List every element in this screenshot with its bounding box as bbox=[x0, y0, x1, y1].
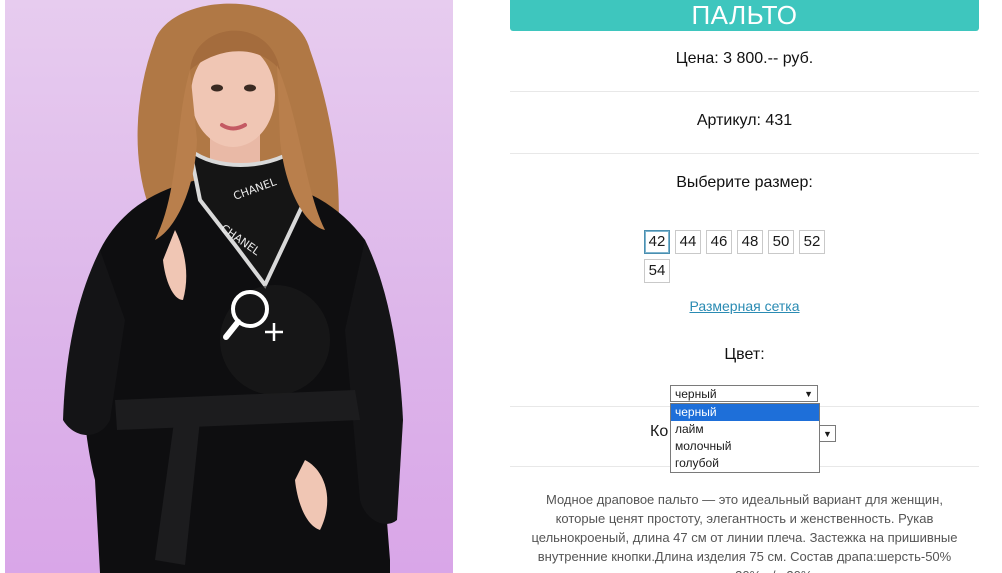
chevron-down-icon: ▼ bbox=[804, 389, 813, 399]
size-chart-link[interactable]: Размерная сетка bbox=[510, 298, 979, 314]
product-page: CHANEL CHANEL ПАЛЬТО Цена: 3 800.-- руб.… bbox=[0, 0, 1002, 573]
color-dropdown-list: черный лайм молочный голубой bbox=[670, 403, 820, 473]
size-option-46[interactable]: 46 bbox=[706, 230, 732, 254]
size-option-50[interactable]: 50 bbox=[768, 230, 794, 254]
quantity-select-arrow[interactable]: ▼ bbox=[820, 425, 836, 442]
size-option-44[interactable]: 44 bbox=[675, 230, 701, 254]
color-label: Цвет: bbox=[724, 346, 765, 363]
size-option-48[interactable]: 48 bbox=[737, 230, 763, 254]
color-select[interactable]: черный ▼ bbox=[670, 385, 818, 402]
product-title: ПАЛЬТО bbox=[510, 0, 979, 31]
size-option-42[interactable]: 42 bbox=[644, 230, 670, 254]
size-prompt: Выберите размер: bbox=[676, 174, 813, 191]
product-description: Модное драповое пальто — это идеальный в… bbox=[531, 492, 958, 573]
color-option-black[interactable]: черный bbox=[671, 404, 819, 421]
size-option-54[interactable]: 54 bbox=[644, 259, 670, 283]
color-option-blue[interactable]: голубой bbox=[671, 455, 819, 472]
color-option-milky[interactable]: молочный bbox=[671, 438, 819, 455]
zoom-button[interactable] bbox=[220, 285, 330, 395]
article-number: Артикул: 431 bbox=[696, 112, 793, 129]
divider bbox=[510, 91, 979, 92]
price: Цена: 3 800.-- руб. bbox=[675, 50, 814, 67]
size-option-52[interactable]: 52 bbox=[799, 230, 825, 254]
color-select-value: черный bbox=[675, 387, 717, 401]
quantity-label: Ко bbox=[650, 423, 669, 440]
product-photo[interactable]: CHANEL CHANEL bbox=[5, 0, 453, 573]
divider bbox=[510, 153, 979, 154]
color-option-lime[interactable]: лайм bbox=[671, 421, 819, 438]
zoom-in-icon bbox=[223, 290, 283, 341]
